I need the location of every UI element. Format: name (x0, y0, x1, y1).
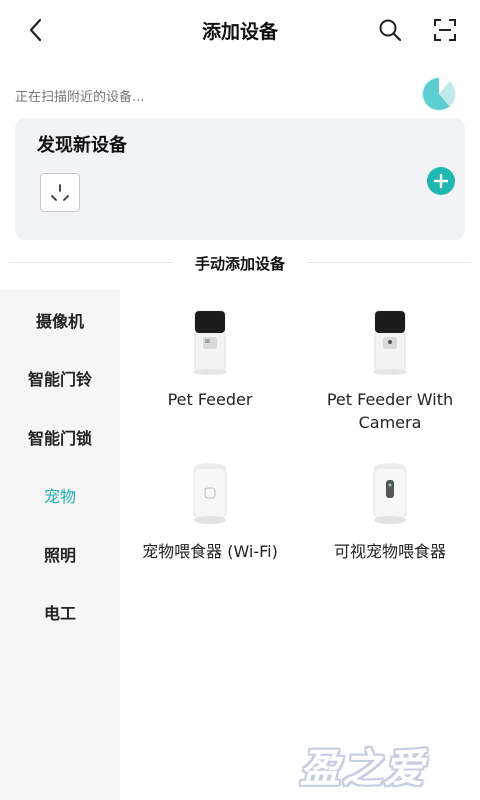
scan-status-text: 正在扫描附近的设备... (15, 90, 145, 105)
category-item-camera[interactable]: 摄像机 (0, 300, 120, 340)
top-bar: 添加设备 (0, 0, 480, 62)
category-item-door-lock[interactable]: 智能门锁 (0, 417, 120, 457)
product-visual-pet-feeder[interactable]: 可视宠物喂食器 (305, 460, 475, 563)
category-item-lighting[interactable]: 照明 (0, 534, 120, 574)
category-item-electrical[interactable]: 电工 (0, 592, 120, 632)
scan-button[interactable] (429, 14, 461, 46)
product-pet-feeder[interactable]: Pet Feeder (130, 307, 290, 411)
product-label: Pet Feeder With Camera (305, 388, 475, 434)
pet-feeder-camera-image (373, 310, 407, 375)
manual-add-title: 手动添加设备 (194, 255, 285, 273)
found-device-socket[interactable] (40, 173, 80, 212)
visual-pet-feeder-image (373, 463, 407, 524)
product-label: Pet Feeder (130, 388, 290, 411)
product-label-line: 可视宠物喂食器 (333, 542, 446, 561)
socket-icon (51, 183, 69, 201)
product-label-line: 宠物喂食器 (Wi-Fi) (142, 542, 278, 561)
page-title: 添加设备 (201, 21, 278, 43)
scan-icon (434, 19, 456, 41)
product-label: 可视宠物喂食器 (305, 540, 475, 563)
category-item-pet[interactable]: 宠物 (0, 475, 120, 515)
scanning-spinner-icon (422, 77, 456, 111)
product-label: 宠物喂食器 (Wi-Fi) (125, 540, 295, 563)
divider-line-right (307, 262, 470, 263)
pet-feeder-wifi-image (193, 463, 227, 524)
pet-feeder-image (193, 310, 227, 375)
found-devices-card: 发现新设备 (15, 118, 465, 240)
product-label-line: Camera (358, 413, 422, 432)
category-sidebar: 摄像机 智能门铃 智能门锁 宠物 照明 电工 (0, 290, 120, 800)
product-label-line: Pet Feeder With (326, 390, 454, 409)
product-pet-feeder-with-camera[interactable]: Pet Feeder With Camera (305, 307, 475, 434)
search-button[interactable] (374, 14, 406, 46)
found-devices-title: 发现新设备 (37, 135, 127, 156)
plus-circle-icon (433, 173, 449, 189)
product-pet-feeder-wifi[interactable]: 宠物喂食器 (Wi-Fi) (125, 460, 295, 563)
watermark-logo: 盈之爱 (300, 746, 426, 792)
manual-add-divider: 手动添加设备 (10, 251, 470, 275)
category-item-doorbell[interactable]: 智能门铃 (0, 358, 120, 398)
product-label-line: Pet Feeder (167, 390, 253, 409)
add-found-device-button[interactable] (427, 167, 455, 195)
search-icon (379, 19, 402, 42)
